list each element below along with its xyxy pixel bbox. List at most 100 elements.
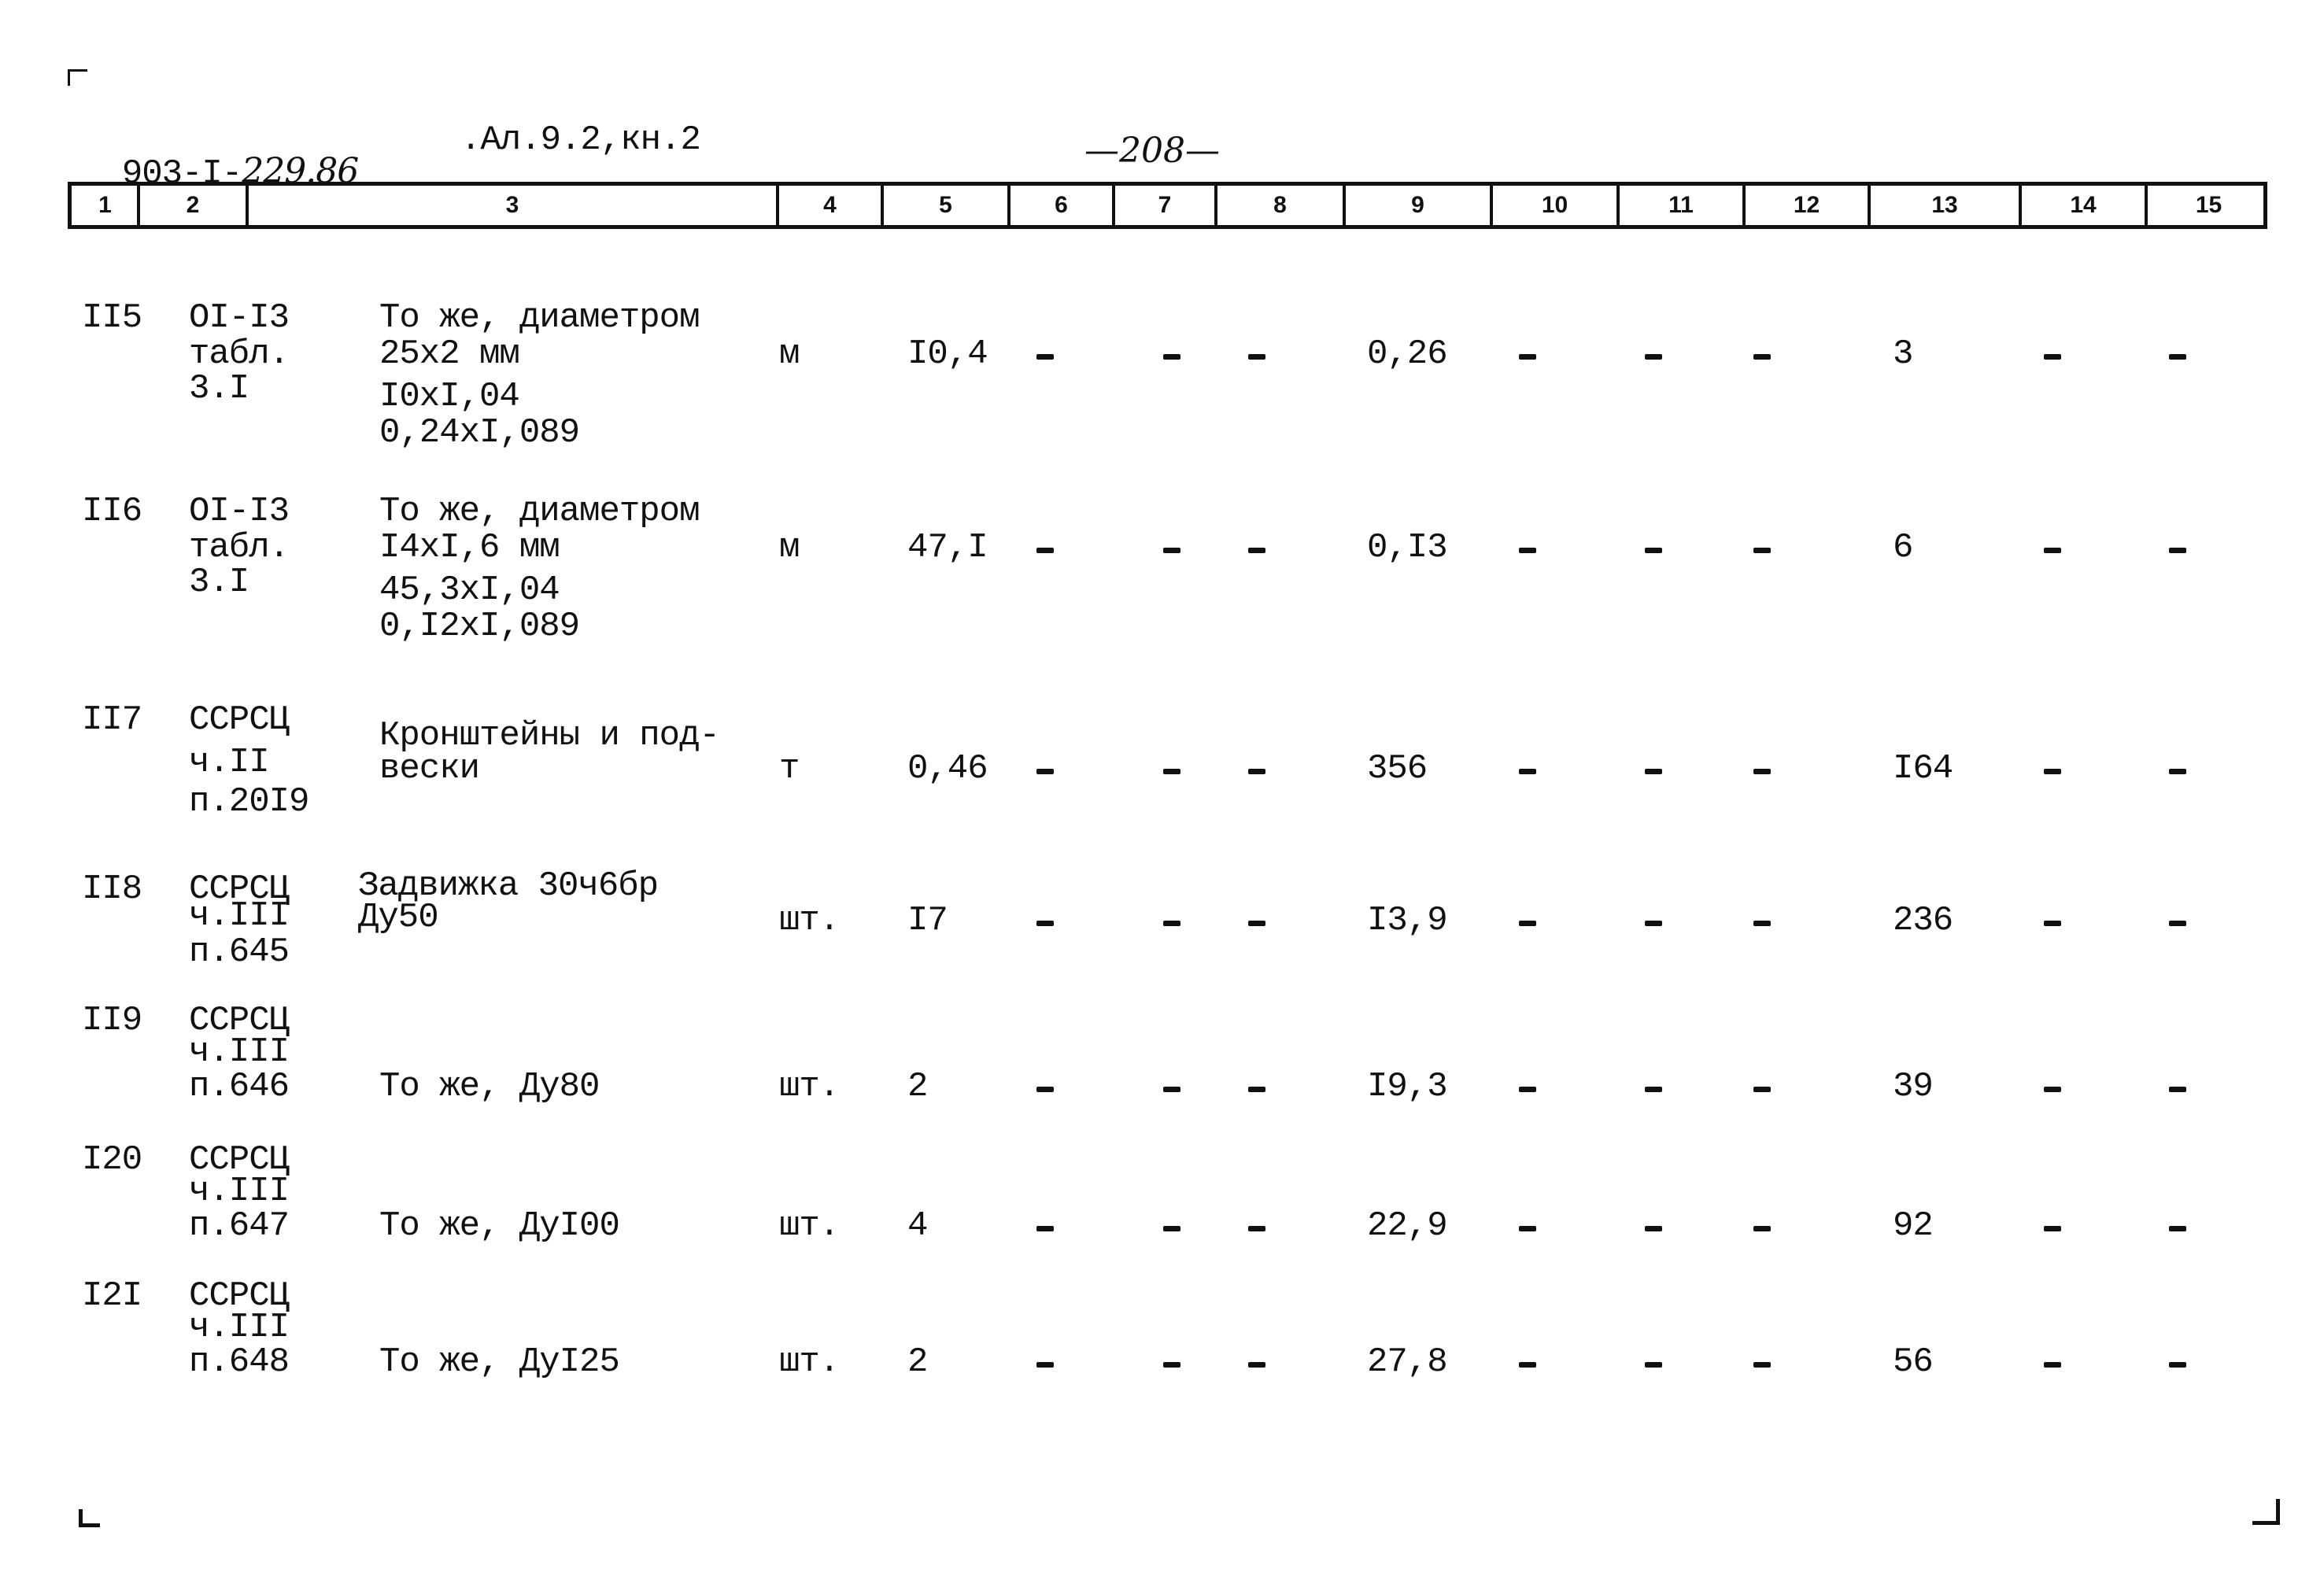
column-header-10: 10 — [1490, 186, 1616, 225]
column-number-header: 1 2 3 4 5 6 7 8 9 10 11 12 13 14 15 — [68, 182, 2267, 229]
reference-line: п.646 — [189, 1067, 290, 1106]
empty-dash-c10 — [1519, 548, 1536, 553]
empty-dash-c14 — [2044, 354, 2061, 360]
value-col-9: 27,8 — [1367, 1342, 1448, 1382]
column-header-15: 15 — [2145, 186, 2270, 225]
unit: шт. — [779, 1067, 840, 1106]
reference-line: ч.III — [189, 1308, 290, 1347]
quantity: 0,46 — [907, 749, 988, 788]
page-number: —208— — [1084, 131, 1220, 171]
description-line: Ду50 — [358, 898, 439, 937]
empty-dash-c6 — [1036, 1226, 1054, 1231]
empty-dash-c8 — [1248, 769, 1265, 774]
empty-dash-c15 — [2169, 1226, 2186, 1231]
column-header-8: 8 — [1214, 186, 1343, 225]
column-header-2: 2 — [137, 186, 246, 225]
empty-dash-c11 — [1645, 921, 1662, 926]
empty-dash-c15 — [2169, 1087, 2186, 1092]
value-col-9: 0,I3 — [1367, 528, 1448, 567]
reference-line: табл. — [189, 334, 290, 374]
empty-dash-c6 — [1036, 548, 1054, 553]
description-line: 0,24xI,089 — [379, 413, 580, 452]
empty-dash-c7 — [1163, 769, 1180, 774]
column-header-12: 12 — [1742, 186, 1868, 225]
value-col-9: 356 — [1367, 749, 1428, 788]
empty-dash-c8 — [1248, 548, 1265, 553]
empty-dash-c6 — [1036, 769, 1054, 774]
row-number: II8 — [82, 869, 142, 909]
empty-dash-c12 — [1753, 921, 1771, 926]
empty-dash-c14 — [2044, 921, 2061, 926]
empty-dash-c14 — [2044, 548, 2061, 553]
column-header-9: 9 — [1343, 186, 1490, 225]
description-line: вески — [379, 749, 480, 788]
empty-dash-c11 — [1645, 1362, 1662, 1368]
reference-line: п.20I9 — [189, 782, 309, 821]
column-header-14: 14 — [2019, 186, 2145, 225]
reference-line: п.647 — [189, 1206, 290, 1246]
empty-dash-c15 — [2169, 548, 2186, 553]
column-header-4: 4 — [776, 186, 881, 225]
row-number: II7 — [82, 700, 142, 740]
empty-dash-c8 — [1248, 1226, 1265, 1231]
empty-dash-c7 — [1163, 354, 1180, 360]
unit: м — [779, 334, 800, 374]
column-header-6: 6 — [1007, 186, 1112, 225]
empty-dash-c12 — [1753, 354, 1771, 360]
unit: шт. — [779, 1342, 840, 1382]
description-line: То же, ДуI00 — [379, 1206, 620, 1246]
column-header-3: 3 — [246, 186, 776, 225]
description-line: I0xI,04 — [379, 377, 520, 416]
quantity: I0,4 — [907, 334, 988, 374]
album-reference: .Ал.9.2,кн.2 — [460, 120, 701, 160]
reference-line: OI-I3 — [189, 492, 290, 531]
row-number: II9 — [82, 1001, 142, 1040]
quantity: 4 — [907, 1206, 928, 1246]
reference-line: 3.I — [189, 369, 249, 408]
value-col-13: 56 — [1893, 1342, 1934, 1382]
description-line: 25х2 мм — [379, 334, 520, 374]
empty-dash-c14 — [2044, 1087, 2061, 1092]
reference-line: ч.II — [189, 743, 270, 782]
empty-dash-c6 — [1036, 1087, 1054, 1092]
reference-line: ч.III — [189, 896, 290, 936]
value-col-9: I9,3 — [1367, 1067, 1448, 1106]
quantity: 47,I — [907, 528, 988, 567]
empty-dash-c8 — [1248, 1087, 1265, 1092]
empty-dash-c7 — [1163, 548, 1180, 553]
reference-line: OI-I3 — [189, 298, 290, 338]
description-line: То же, ДуI25 — [379, 1342, 620, 1382]
empty-dash-c15 — [2169, 1362, 2186, 1368]
unit: т — [779, 749, 800, 788]
reference-line: табл. — [189, 528, 290, 567]
empty-dash-c8 — [1248, 354, 1265, 360]
quantity: I7 — [907, 901, 948, 940]
empty-dash-c12 — [1753, 1226, 1771, 1231]
empty-dash-c10 — [1519, 354, 1536, 360]
description-line: Кронштейны и под- — [379, 716, 720, 755]
empty-dash-c10 — [1519, 1087, 1536, 1092]
empty-dash-c7 — [1163, 1226, 1180, 1231]
reference-line: п.648 — [189, 1342, 290, 1382]
quantity: 2 — [907, 1342, 928, 1382]
value-col-13: 236 — [1893, 901, 1953, 940]
empty-dash-c6 — [1036, 354, 1054, 360]
value-col-13: 39 — [1893, 1067, 1934, 1106]
corner-mark-bottom-left — [79, 1509, 100, 1527]
empty-dash-c11 — [1645, 354, 1662, 360]
value-col-13: I64 — [1893, 749, 1953, 788]
empty-dash-c11 — [1645, 548, 1662, 553]
row-number: I20 — [82, 1140, 142, 1179]
description-line: То же, Ду80 — [379, 1067, 600, 1106]
empty-dash-c7 — [1163, 1362, 1180, 1368]
unit: м — [779, 528, 800, 567]
reference-line: п.645 — [189, 932, 290, 972]
unit: шт. — [779, 901, 840, 940]
empty-dash-c7 — [1163, 921, 1180, 926]
empty-dash-c12 — [1753, 1362, 1771, 1368]
empty-dash-c15 — [2169, 921, 2186, 926]
reference-line: 3.I — [189, 563, 249, 602]
reference-line: ч.III — [189, 1032, 290, 1072]
description-line: 45,3xI,04 — [379, 570, 560, 610]
empty-dash-c10 — [1519, 1226, 1536, 1231]
